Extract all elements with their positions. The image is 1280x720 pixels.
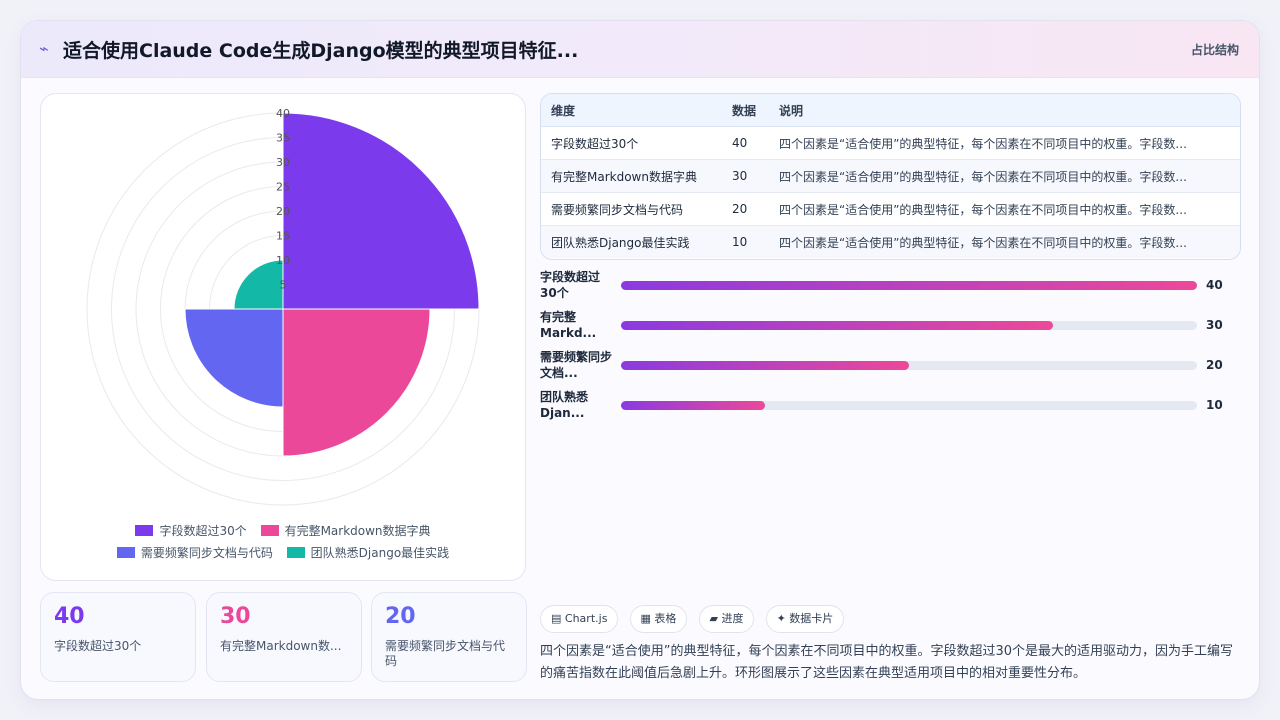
column-header: 维度 xyxy=(541,94,722,127)
legend-label: 团队熟悉Django最佳实践 xyxy=(310,546,450,560)
stat-value: 20 xyxy=(385,604,416,629)
progress-label: 需要频繁同步文档... xyxy=(540,350,613,380)
chip-label: 进度 xyxy=(721,612,744,625)
progress-value: 20 xyxy=(1206,358,1223,372)
header-tag: 占比结构 xyxy=(1190,43,1239,57)
page-title: 适合使用Claude Code生成Django模型的典型项目特征... xyxy=(63,40,579,62)
chart-panel: 40 35 30 25 20 15 10 5 字段数超过30个 有完整Markdown数据字典… xyxy=(40,93,526,581)
legend-label: 有完整Markdown数据字典 xyxy=(284,524,431,538)
progress-track xyxy=(621,361,1197,370)
progress-row: 有完整Markd... 30 xyxy=(540,309,1239,349)
legend-label: 需要频繁同步文档与代码 xyxy=(140,546,273,560)
stat-label: 有完整Markdown数... xyxy=(220,639,342,653)
data-table: 维度 数据 说明 字段数超过30个 40 四个因素是“适合使用”的典型特征，每个… xyxy=(540,93,1241,260)
legend-item[interactable]: 需要频繁同步文档与代码 xyxy=(116,542,273,564)
progress-value: 30 xyxy=(1206,318,1223,332)
stat-value: 40 xyxy=(54,604,85,629)
polar-segment xyxy=(184,308,284,408)
stat-value: 30 xyxy=(220,604,251,629)
legend-item[interactable]: 有完整Markdown数据字典 xyxy=(260,520,431,542)
cell-description: 四个因素是“适合使用”的典型特征，每个因素在不同项目中的权重。字段数... xyxy=(769,126,1240,160)
progress-fill xyxy=(621,361,909,370)
cell-value: 30 xyxy=(722,159,769,193)
legend-item[interactable]: 字段数超过30个 xyxy=(135,520,247,542)
progress-value: 40 xyxy=(1206,278,1223,292)
table-row: 需要频繁同步文档与代码 20 四个因素是“适合使用”的典型特征，每个因素在不同项… xyxy=(541,192,1240,226)
cell-value: 40 xyxy=(722,126,769,160)
sparkle-icon: ✦ xyxy=(776,612,786,625)
cell-value: 20 xyxy=(722,192,769,226)
chip-label: 数据卡片 xyxy=(789,612,834,625)
legend-swatch xyxy=(116,547,135,558)
progress-row: 需要频繁同步文档... 20 xyxy=(540,349,1239,389)
tick-label: 40 xyxy=(276,107,290,120)
chart-icon: ▤ xyxy=(551,612,562,625)
progress-label: 团队熟悉Djan... xyxy=(540,390,589,420)
cell-dimension: 字段数超过30个 xyxy=(541,126,722,160)
table-row: 字段数超过30个 40 四个因素是“适合使用”的典型特征，每个因素在不同项目中的… xyxy=(541,126,1240,160)
tick-label: 25 xyxy=(276,181,290,194)
polar-segment xyxy=(282,308,431,457)
chip-chartjs[interactable]: ▤ Chart.js xyxy=(540,605,619,633)
chart-legend: 字段数超过30个 有完整Markdown数据字典 需要频繁同步文档与代码 团队熟… xyxy=(41,520,525,564)
legend-swatch xyxy=(286,547,305,558)
progress-label: 有完整Markd... xyxy=(540,310,597,340)
progress-track xyxy=(621,401,1197,410)
chip-table[interactable]: ▦ 表格 xyxy=(629,605,688,633)
tick-label: 15 xyxy=(276,230,290,243)
legend-label: 字段数超过30个 xyxy=(159,524,247,538)
stat-card: 30 有完整Markdown数... xyxy=(206,592,362,682)
legend-item[interactable]: 团队熟悉Django最佳实践 xyxy=(286,542,450,564)
column-header: 说明 xyxy=(769,94,1240,127)
polar-segment xyxy=(233,259,284,310)
progress-bars: 字段数超过30个 40 有完整Markd... 30 需要频繁同步文档... 2… xyxy=(540,269,1239,429)
polar-segment xyxy=(282,112,480,310)
stat-label: 字段数超过30个 xyxy=(54,639,142,653)
progress-track xyxy=(621,281,1197,290)
progress-label: 字段数超过30个 xyxy=(540,270,601,300)
chip-progress[interactable]: ▰ 进度 xyxy=(698,605,755,633)
progress-icon: ▰ xyxy=(709,612,718,625)
table-icon: ▦ xyxy=(640,612,651,625)
progress-row: 字段数超过30个 40 xyxy=(540,269,1239,309)
cell-dimension: 有完整Markdown数据字典 xyxy=(541,159,722,193)
stat-card: 40 字段数超过30个 xyxy=(40,592,196,682)
cell-value: 10 xyxy=(722,225,769,258)
table-row: 团队熟悉Django最佳实践 10 四个因素是“适合使用”的典型特征，每个因素在… xyxy=(541,225,1240,258)
progress-track xyxy=(621,321,1197,330)
stat-card: 20 需要频繁同步文档与代码 xyxy=(371,592,527,682)
cell-dimension: 需要频繁同步文档与代码 xyxy=(541,192,722,226)
legend-swatch xyxy=(260,525,279,536)
dashboard-card: ⌁ 适合使用Claude Code生成Django模型的典型项目特征... 占比… xyxy=(20,20,1260,700)
table-header-row: 维度 数据 说明 xyxy=(541,94,1240,127)
tick-label: 35 xyxy=(276,132,290,145)
tick-label: 20 xyxy=(276,205,290,218)
cell-description: 四个因素是“适合使用”的典型特征，每个因素在不同项目中的权重。字段数... xyxy=(769,225,1240,258)
progress-fill xyxy=(621,321,1053,330)
chip-label: 表格 xyxy=(654,612,677,625)
activity-icon: ⌁ xyxy=(39,39,49,58)
header-bar: ⌁ 适合使用Claude Code生成Django模型的典型项目特征... 占比… xyxy=(21,21,1259,78)
cell-description: 四个因素是“适合使用”的典型特征，每个因素在不同项目中的权重。字段数... xyxy=(769,159,1240,193)
stat-label: 需要频繁同步文档与代码 xyxy=(385,639,506,668)
progress-row: 团队熟悉Djan... 10 xyxy=(540,389,1239,429)
progress-fill xyxy=(621,401,765,410)
summary-text: 四个因素是“适合使用”的典型特征，每个因素在不同项目中的权重。字段数超过30个是… xyxy=(540,644,1234,681)
chip-label: Chart.js xyxy=(564,612,608,625)
tick-label: 5 xyxy=(280,279,287,292)
feature-chips: ▤ Chart.js ▦ 表格 ▰ 进度 ✦ 数据卡片 xyxy=(540,605,850,633)
tick-label: 30 xyxy=(276,156,290,169)
cell-dimension: 团队熟悉Django最佳实践 xyxy=(541,225,722,258)
tick-label: 10 xyxy=(276,254,290,267)
cell-description: 四个因素是“适合使用”的典型特征，每个因素在不同项目中的权重。字段数... xyxy=(769,192,1240,226)
table-row: 有完整Markdown数据字典 30 四个因素是“适合使用”的典型特征，每个因素… xyxy=(541,159,1240,193)
progress-value: 10 xyxy=(1206,398,1223,412)
progress-fill xyxy=(621,281,1197,290)
chip-data-cards[interactable]: ✦ 数据卡片 xyxy=(765,605,845,633)
column-header: 数据 xyxy=(722,94,769,127)
legend-swatch xyxy=(135,525,154,536)
polar-area-chart: 40 35 30 25 20 15 10 5 xyxy=(86,107,480,506)
